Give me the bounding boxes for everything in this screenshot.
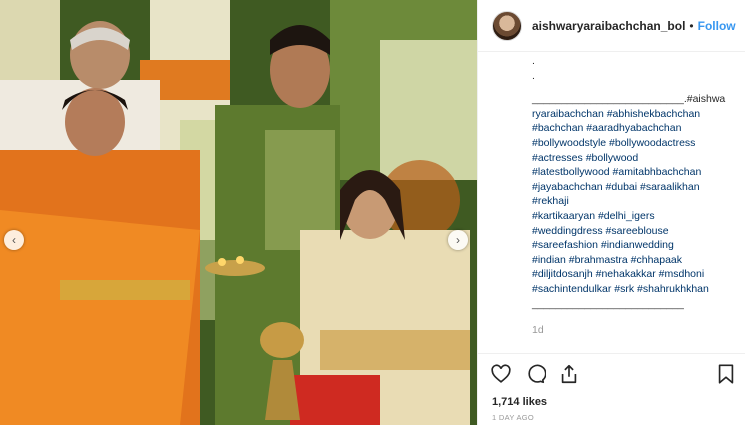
caption-line: . (532, 55, 535, 67)
post-side-panel: aishwaryaraibachchan_bol • Follow . . __… (477, 0, 745, 425)
username-link[interactable]: aishwaryaraibachchan_bol (532, 19, 685, 33)
hashtag-line[interactable]: #rekhaji (532, 194, 727, 209)
instagram-post: ‹ › aishwaryaraibachchan_bol • Follow . … (0, 0, 745, 425)
action-bar (478, 353, 745, 393)
hashtag-line[interactable]: #diljitdosanjh #nehakakkar #msdhoni (532, 267, 727, 282)
hashtag-line[interactable]: #kartikaaryan #delhi_igers (532, 209, 727, 224)
post-date: 1 DAY AGO (492, 413, 535, 422)
heart-icon[interactable] (490, 363, 512, 385)
previous-photo-button[interactable]: ‹ (4, 230, 24, 250)
wedding-photo-illustration (0, 0, 477, 425)
post-photo[interactable]: ‹ › (0, 0, 477, 425)
hashtag-line[interactable]: #actresses #bollywood (532, 151, 727, 166)
hashtag-line[interactable]: #indian #brahmastra #chhapaak (532, 253, 727, 268)
separator-dot: • (689, 18, 694, 33)
hashtag-line[interactable]: #bollywoodstyle #bollywoodactress (532, 136, 727, 151)
hashtag-line[interactable]: #latestbollywood #amitabhbachchan (532, 165, 727, 180)
caption-line: __________________________ (532, 297, 684, 310)
hashtag-line[interactable]: #jayabachchan #dubai #saraalikhan (532, 180, 727, 195)
caption-line: . (532, 69, 535, 82)
hashtag-line[interactable]: #bachchan #aaradhyabachchan (532, 121, 727, 136)
chevron-right-icon: › (456, 233, 460, 247)
bookmark-icon[interactable] (715, 363, 737, 385)
hashtag-line[interactable]: #weddingdress #sareeblouse (532, 224, 727, 239)
next-photo-button[interactable]: › (448, 230, 468, 250)
hashtag-line[interactable]: ryaraibachchan #abhishekbachchan (532, 107, 727, 122)
share-icon[interactable] (558, 363, 580, 385)
follow-button[interactable]: Follow (698, 19, 736, 33)
comment-timestamp: 1d (532, 324, 544, 337)
hashtag-line[interactable]: #sachintendulkar #srk #shahrukhkhan (532, 282, 727, 297)
post-header: aishwaryaraibachchan_bol • Follow (478, 0, 745, 52)
likes-count[interactable]: 1,714 likes (478, 393, 745, 411)
comment-icon[interactable] (524, 363, 546, 385)
avatar[interactable] (492, 10, 522, 41)
caption: . . __________________________.#aishwa r… (478, 52, 745, 353)
hashtag-line[interactable]: #sareefashion #indianwedding (532, 238, 727, 253)
chevron-left-icon: ‹ (12, 233, 16, 247)
caption-line: __________________________.#aishwa (532, 93, 726, 106)
